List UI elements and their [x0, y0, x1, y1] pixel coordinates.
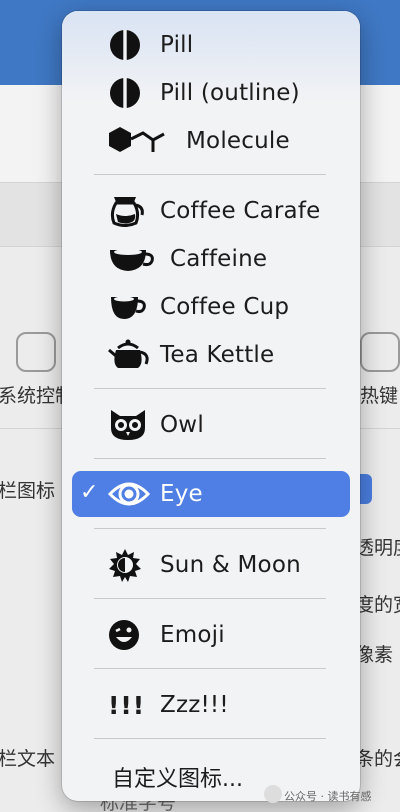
menu-item-molecule[interactable]: Molecule [72, 118, 350, 164]
coffee-carafe-icon [108, 191, 154, 231]
menu-item-zzz[interactable]: !!! Zzz!!! [72, 682, 350, 728]
pill-icon [108, 25, 154, 65]
molecule-icon [108, 121, 180, 161]
eye-icon [108, 474, 154, 514]
menu-separator [94, 458, 326, 459]
menu-item-label: Sun & Moon [160, 552, 301, 578]
menu-item-sun-moon[interactable]: Sun & Moon [72, 542, 350, 588]
menu-separator [94, 668, 326, 669]
owl-icon [108, 405, 154, 445]
menu-item-eye[interactable]: ✓ Eye [72, 471, 350, 517]
menu-item-tea-kettle[interactable]: Tea Kettle [72, 332, 350, 378]
menu-item-pill[interactable]: Pill [72, 22, 350, 68]
menu-item-coffee-cup[interactable]: Coffee Cup [72, 284, 350, 330]
pixel-label: 像素 [355, 644, 394, 666]
menu-separator [94, 598, 326, 599]
checkmark-icon: ✓ [80, 480, 99, 505]
menu-separator [94, 528, 326, 529]
width-label: 度的宽 [355, 594, 400, 616]
menu-separator [94, 738, 326, 739]
menubar-text-label: 栏文本 [0, 748, 56, 770]
exclamation-icon: !!! [108, 690, 146, 720]
menu-item-owl[interactable]: Owl [72, 402, 350, 448]
transparency-label: 透明度 [355, 537, 400, 559]
menu-item-caffeine[interactable]: Caffeine [72, 236, 350, 282]
hotkey-icon[interactable] [360, 332, 400, 372]
menu-separator [94, 174, 326, 175]
pill-outline-icon [108, 73, 154, 113]
menu-item-custom-icon[interactable]: 自定义图标... [112, 761, 243, 793]
menu-item-label: Caffeine [170, 246, 268, 272]
sun-moon-icon [108, 545, 154, 585]
menu-item-label: Molecule [186, 128, 290, 154]
menu-item-label: Coffee Cup [160, 294, 290, 320]
caffeine-icon [108, 239, 164, 279]
menu-item-pill-outline[interactable]: Pill (outline) [72, 70, 350, 116]
menu-separator [94, 388, 326, 389]
wechat-icon [264, 785, 282, 803]
hotkey-label: 热键 [360, 385, 399, 407]
menu-item-label: Emoji [160, 622, 225, 648]
menu-item-coffee-carafe[interactable]: Coffee Carafe [72, 188, 350, 234]
emoji-icon [108, 615, 154, 655]
coffee-cup-icon [108, 287, 154, 327]
menu-item-label: Coffee Carafe [160, 198, 321, 224]
watermark: 公众号 · 读书有感 [284, 790, 372, 803]
bottom-right-label: 条的会 [355, 748, 400, 770]
icon-style-menu: Pill Pill (outline) Molecule Coffee Cara… [62, 11, 360, 801]
menu-item-label: Pill [160, 32, 194, 58]
system-control-icon[interactable] [16, 332, 56, 372]
menu-item-label: Eye [160, 481, 203, 507]
menubar-icon-label: 栏图标 [0, 480, 56, 502]
menu-item-emoji[interactable]: Emoji [72, 612, 350, 658]
menu-item-label: Pill (outline) [160, 80, 300, 106]
tea-kettle-icon [108, 335, 154, 375]
menu-item-label: Zzz!!! [160, 692, 229, 718]
menu-item-label: Tea Kettle [160, 342, 275, 368]
menu-item-label: Owl [160, 412, 204, 438]
